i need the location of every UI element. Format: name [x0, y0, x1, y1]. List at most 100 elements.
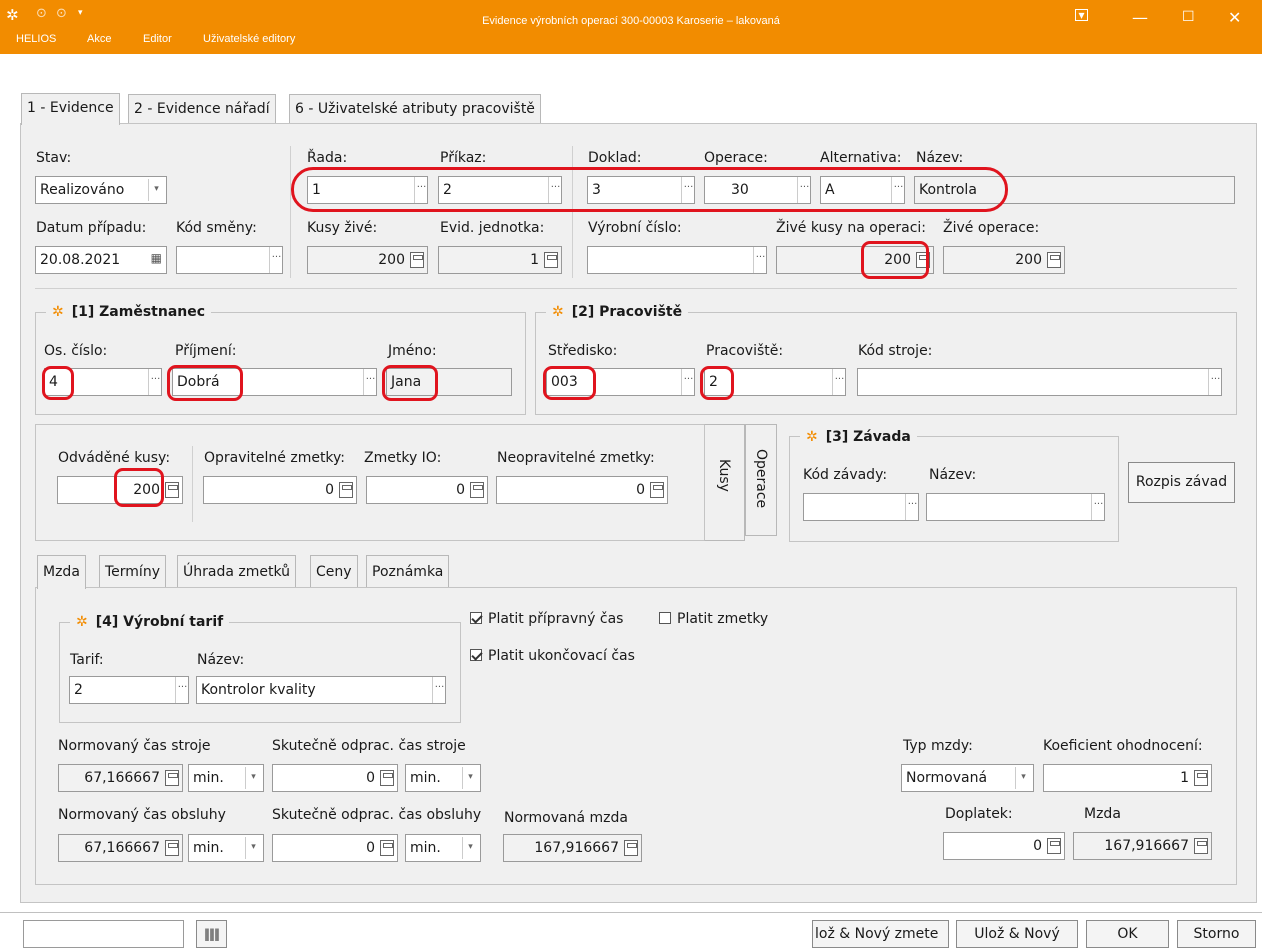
- calculator-icon[interactable]: [1194, 838, 1208, 854]
- kod-zavady-field[interactable]: ···: [803, 493, 919, 521]
- lookup-icon[interactable]: ···: [432, 677, 445, 703]
- checkbox-checked-icon: [470, 649, 482, 661]
- neopravitelne-field[interactable]: 0: [496, 476, 668, 504]
- lookup-icon[interactable]: ···: [905, 494, 918, 520]
- evid-field: 1: [438, 246, 562, 274]
- save-new-button[interactable]: Ulož & Nový: [956, 920, 1078, 948]
- rozpis-zavad-button[interactable]: Rozpis závad: [1128, 462, 1235, 503]
- menu-user-editors[interactable]: Uživatelské editory: [203, 33, 295, 45]
- footer-search-input[interactable]: [23, 920, 184, 948]
- close-icon[interactable]: ✕: [1228, 8, 1241, 27]
- typ-mzdy-select[interactable]: Normovaná ▾: [901, 764, 1034, 792]
- lookup-icon[interactable]: ···: [363, 369, 376, 395]
- window-title: Evidence výrobních operací 300-00003 Kar…: [482, 15, 780, 27]
- platit-zmetky-checkbox[interactable]: Platit zmetky: [659, 611, 768, 627]
- menu-editor[interactable]: Editor: [143, 33, 172, 45]
- unit-value: min.: [410, 770, 441, 786]
- chevron-down-icon: ▾: [148, 179, 164, 201]
- skut-obsluhy-unit-select[interactable]: min. ▾: [405, 834, 481, 862]
- stroj-field[interactable]: ···: [857, 368, 1222, 396]
- subtab-ceny[interactable]: Ceny: [310, 555, 358, 587]
- employee-group-title: ✲ [1] Zaměstnanec: [46, 304, 212, 320]
- maximize-icon[interactable]: ☐: [1182, 9, 1195, 25]
- datum-field[interactable]: 20.08.2021 ▦: [35, 246, 167, 274]
- footer-divider: [0, 912, 1262, 913]
- pin-icon[interactable]: ▾: [1075, 9, 1088, 21]
- lookup-icon[interactable]: ···: [269, 247, 282, 273]
- chevron-down-icon: ▾: [245, 767, 261, 789]
- norm-stroje-unit-select[interactable]: min. ▾: [188, 764, 264, 792]
- checkbox-unchecked-icon: [659, 612, 671, 624]
- menu-helios[interactable]: HELIOS: [16, 33, 56, 45]
- calculator-icon[interactable]: [165, 770, 179, 786]
- highlight-jmeno: [382, 365, 438, 401]
- tab-label: Mzda: [43, 564, 80, 580]
- tab-user-attributes[interactable]: 6 - Uživatelské atributy pracoviště: [289, 94, 541, 124]
- tab-evidence-naradi[interactable]: 2 - Evidence nářadí: [128, 94, 276, 124]
- save-new-defect-button[interactable]: lož & Nový zmete: [812, 920, 949, 948]
- calculator-icon[interactable]: [624, 840, 638, 856]
- stav-value: Realizováno: [40, 182, 125, 198]
- koef-field[interactable]: 1: [1043, 764, 1212, 792]
- calculator-icon[interactable]: [650, 482, 664, 498]
- lookup-icon[interactable]: ···: [1091, 494, 1104, 520]
- norm-obsluhy-unit-select[interactable]: min. ▾: [188, 834, 264, 862]
- zmetky-io-field[interactable]: 0: [366, 476, 488, 504]
- subtab-mzda[interactable]: Mzda: [37, 555, 86, 589]
- lookup-icon[interactable]: ···: [148, 369, 161, 395]
- calculator-icon[interactable]: [380, 770, 394, 786]
- lookup-icon[interactable]: ···: [1208, 369, 1221, 395]
- highlight-prijmeni: [167, 365, 243, 401]
- zavada-nazev-field[interactable]: ···: [926, 493, 1105, 521]
- calculator-icon[interactable]: [339, 482, 353, 498]
- subtab-poznamka[interactable]: Poznámka: [366, 555, 450, 587]
- stav-select[interactable]: Realizováno ▾: [35, 176, 167, 204]
- lookup-icon[interactable]: ···: [681, 369, 694, 395]
- calculator-icon[interactable]: [1047, 252, 1061, 268]
- calendar-icon[interactable]: ▦: [151, 251, 162, 265]
- calculator-icon[interactable]: [1047, 838, 1061, 854]
- skut-obsluhy-field[interactable]: 0: [272, 834, 398, 862]
- subtab-terminy[interactable]: Termíny: [99, 555, 166, 587]
- checkbox-checked-icon: [470, 612, 482, 624]
- calculator-icon[interactable]: [470, 482, 484, 498]
- kod-zavady-label: Kód závady:: [803, 467, 888, 483]
- skut-stroje-unit-select[interactable]: min. ▾: [405, 764, 481, 792]
- opravitelne-field[interactable]: 0: [203, 476, 357, 504]
- tarif-nazev-field[interactable]: Kontrolor kvality ···: [196, 676, 446, 704]
- rada-label: Řada:: [307, 150, 348, 166]
- minimize-icon[interactable]: —: [1132, 8, 1148, 27]
- pracoviste-label: Pracoviště:: [706, 343, 784, 359]
- employee-group: [35, 312, 526, 415]
- tarif-field[interactable]: 2 ···: [69, 676, 189, 704]
- tarif-nazev-value: Kontrolor kvality: [201, 682, 316, 698]
- skut-stroje-field[interactable]: 0: [272, 764, 398, 792]
- vtab-kusy-label: Kusy: [716, 459, 732, 492]
- highlight-stredisko: [543, 366, 596, 400]
- kusy-zive-field: 200: [307, 246, 428, 274]
- tab-evidence[interactable]: 1 - Evidence: [21, 93, 120, 125]
- calculator-icon[interactable]: [410, 252, 424, 268]
- doplatek-field[interactable]: 0: [943, 832, 1065, 860]
- lookup-icon[interactable]: ···: [175, 677, 188, 703]
- group-title-text: [2] Pracoviště: [571, 304, 683, 320]
- ok-button[interactable]: OK: [1086, 920, 1169, 948]
- lookup-icon[interactable]: ···: [753, 247, 766, 273]
- vtab-operace[interactable]: Operace: [745, 424, 777, 536]
- calculator-icon[interactable]: [165, 840, 179, 856]
- lookup-icon[interactable]: ···: [832, 369, 845, 395]
- menu-akce[interactable]: Akce: [87, 33, 111, 45]
- platit-pripravny-checkbox[interactable]: Platit přípravný čas: [470, 611, 623, 627]
- smena-field[interactable]: ···: [176, 246, 283, 274]
- calculator-icon[interactable]: [544, 252, 558, 268]
- calculator-icon[interactable]: [1194, 770, 1208, 786]
- barcode-icon[interactable]: ‖‖‖: [196, 920, 227, 948]
- subtab-uhrada[interactable]: Úhrada zmetků: [177, 555, 297, 587]
- vtab-kusy[interactable]: Kusy: [704, 424, 745, 541]
- calculator-icon[interactable]: [165, 482, 179, 498]
- calculator-icon[interactable]: [380, 840, 394, 856]
- platit-ukoncovaci-checkbox[interactable]: Platit ukončovací čas: [470, 648, 635, 664]
- storno-button[interactable]: Storno: [1177, 920, 1256, 948]
- vyrobni-field[interactable]: ···: [587, 246, 767, 274]
- zmetky-io-label: Zmetky IO:: [364, 450, 442, 466]
